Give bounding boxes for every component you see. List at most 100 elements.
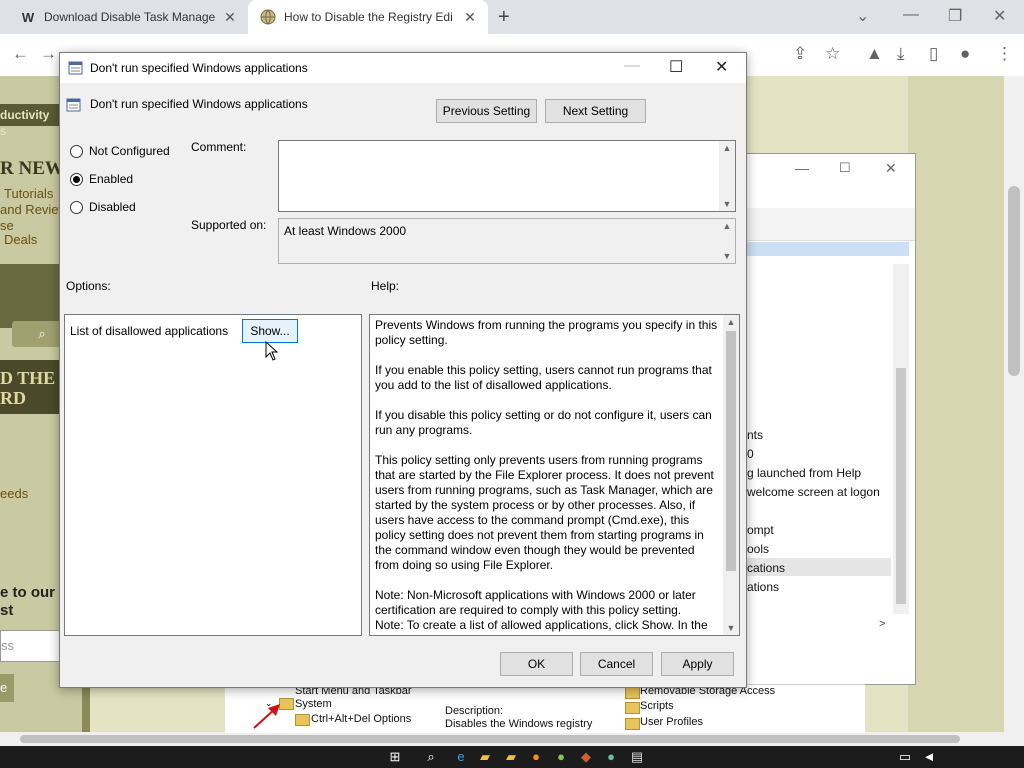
apply-button[interactable]: Apply bbox=[661, 652, 734, 676]
minimize-icon[interactable]: — bbox=[795, 160, 809, 176]
tab-title: Download Disable Task Manage bbox=[44, 10, 216, 24]
supported-on-field: At least Windows 2000 ▲ ▼ bbox=[278, 218, 736, 264]
forward-icon[interactable]: → bbox=[40, 44, 57, 64]
setting-name: Don't run specified Windows applications bbox=[90, 97, 308, 111]
new-tab-icon[interactable]: + bbox=[498, 6, 510, 29]
extensions-icon[interactable]: ▲ bbox=[866, 44, 883, 64]
app-icon[interactable]: ● bbox=[602, 748, 620, 766]
menu-kebab-icon[interactable]: ⋮ bbox=[996, 44, 1013, 64]
folder-icon bbox=[295, 714, 310, 726]
background-group-policy-window: — ☐ ✕ nts 0 g launched from Help welcome… bbox=[740, 153, 916, 685]
policy-setting-dialog: Don't run specified Windows applications… bbox=[59, 52, 747, 688]
globe-icon bbox=[260, 9, 276, 25]
list-scrollbar[interactable] bbox=[893, 264, 909, 614]
file-explorer-icon[interactable]: ▰ bbox=[476, 748, 494, 766]
scroll-down-icon[interactable]: ▼ bbox=[723, 623, 739, 633]
scroll-up-icon[interactable]: ▲ bbox=[723, 317, 739, 327]
radio-disabled[interactable]: Disabled bbox=[70, 200, 136, 214]
page-vertical-scrollbar[interactable] bbox=[1004, 76, 1024, 732]
scroll-down-icon[interactable]: ▼ bbox=[719, 199, 735, 209]
page-horizontal-scrollbar[interactable] bbox=[0, 732, 1024, 746]
back-icon[interactable]: ← bbox=[12, 44, 29, 64]
profile-avatar-icon[interactable]: ● bbox=[960, 44, 970, 64]
start-menu-icon[interactable]: ⊞ bbox=[386, 748, 404, 766]
help-scrollbar[interactable]: ▲ ▼ bbox=[723, 315, 739, 635]
tab-search-icon[interactable]: ⌄ bbox=[856, 6, 869, 26]
list-item-selected[interactable]: cations bbox=[747, 561, 785, 575]
comment-textarea[interactable]: ▲ ▼ bbox=[278, 140, 736, 212]
dialog-title: Don't run specified Windows applications bbox=[90, 61, 308, 75]
tree-item-system[interactable]: System bbox=[295, 698, 332, 710]
scroll-up-icon[interactable]: ▲ bbox=[719, 221, 735, 231]
download-icon[interactable]: ⤓ bbox=[897, 44, 905, 64]
tab-title: How to Disable the Registry Edi bbox=[284, 10, 453, 24]
restore-icon[interactable]: ❐ bbox=[948, 6, 962, 26]
close-window-icon[interactable]: ✕ bbox=[993, 6, 1006, 26]
maximize-icon[interactable]: ☐ bbox=[669, 57, 683, 77]
list-item[interactable]: g launched from Help bbox=[747, 466, 861, 480]
list-item[interactable]: 0 bbox=[747, 447, 754, 461]
maximize-icon[interactable]: ☐ bbox=[839, 160, 851, 176]
cancel-button[interactable]: Cancel bbox=[580, 652, 653, 676]
network-icon[interactable]: ▭ bbox=[896, 748, 914, 766]
disallowed-apps-label: List of disallowed applications bbox=[70, 324, 229, 338]
scrollbar-thumb[interactable] bbox=[726, 331, 736, 571]
scrollbar-thumb[interactable] bbox=[20, 735, 960, 743]
page-link[interactable]: eeds bbox=[0, 486, 28, 501]
ok-button[interactable]: OK bbox=[500, 652, 573, 676]
list-item[interactable]: ompt bbox=[747, 523, 774, 537]
edge-browser-icon[interactable]: e bbox=[452, 748, 470, 766]
show-button[interactable]: Show... bbox=[242, 319, 298, 343]
close-tab-icon[interactable]: ✕ bbox=[222, 9, 238, 26]
list-item[interactable]: User Profiles bbox=[640, 716, 703, 728]
list-item[interactable]: Scripts bbox=[640, 700, 674, 712]
page-link[interactable]: Tutorials bbox=[4, 186, 53, 201]
close-icon[interactable]: ✕ bbox=[885, 160, 897, 177]
page-link[interactable]: se bbox=[0, 218, 14, 233]
page-link[interactable]: Deals bbox=[4, 232, 37, 247]
share-icon[interactable]: ⇪ bbox=[793, 44, 807, 64]
supported-scrollbar[interactable]: ▲ ▼ bbox=[719, 219, 735, 263]
page-text: st bbox=[0, 602, 14, 619]
list-item[interactable]: welcome screen at logon bbox=[747, 485, 880, 499]
close-icon[interactable]: ✕ bbox=[715, 57, 728, 77]
previous-setting-button[interactable]: Previous Setting bbox=[436, 99, 537, 123]
help-text: Prevents Windows from running the progra… bbox=[375, 318, 718, 632]
help-pane[interactable]: Prevents Windows from running the progra… bbox=[369, 314, 740, 636]
tab-how-to-disable-registry[interactable]: How to Disable the Registry Edi ✕ bbox=[248, 0, 488, 34]
firefox-icon[interactable]: ● bbox=[527, 748, 545, 766]
app-icon[interactable]: ◆ bbox=[577, 748, 595, 766]
close-tab-icon[interactable]: ✕ bbox=[462, 9, 478, 26]
radio-enabled[interactable]: Enabled bbox=[70, 172, 133, 186]
red-arrow-annotation-icon bbox=[253, 704, 280, 729]
scrollbar-thumb[interactable] bbox=[1008, 186, 1020, 376]
list-item[interactable]: ations bbox=[747, 580, 779, 594]
options-label: Options: bbox=[66, 279, 111, 293]
chrome-icon[interactable]: ● bbox=[552, 748, 570, 766]
dialog-title-bar[interactable]: Don't run specified Windows applications… bbox=[60, 53, 746, 83]
radio-not-configured[interactable]: Not Configured bbox=[70, 144, 170, 158]
minimize-icon[interactable]: — bbox=[903, 6, 919, 24]
tab-download-disable-task-manager[interactable]: W Download Disable Task Manage ✕ bbox=[8, 0, 248, 34]
scroll-down-icon[interactable]: ▼ bbox=[719, 251, 735, 261]
volume-icon[interactable]: ◄ bbox=[920, 748, 938, 766]
subscribe-button[interactable]: e bbox=[0, 674, 14, 702]
tree-item[interactable]: Ctrl+Alt+Del Options bbox=[311, 713, 411, 725]
scroll-up-icon[interactable]: ▲ bbox=[719, 143, 735, 153]
sidebar-icon[interactable]: ▯ bbox=[929, 44, 938, 64]
list-item[interactable]: nts bbox=[747, 428, 763, 442]
options-pane: List of disallowed applications Show... bbox=[64, 314, 362, 636]
list-item[interactable]: ools bbox=[747, 542, 769, 556]
comment-scrollbar[interactable]: ▲ ▼ bbox=[719, 141, 735, 211]
help-label: Help: bbox=[371, 279, 400, 293]
page-text: RD bbox=[0, 388, 26, 408]
page-text: s bbox=[0, 124, 6, 138]
page-link[interactable]: and Review bbox=[0, 202, 68, 217]
scroll-right-icon[interactable]: > bbox=[879, 618, 885, 630]
bookmark-star-icon[interactable]: ☆ bbox=[825, 44, 840, 64]
folder-icon[interactable]: ▰ bbox=[502, 748, 520, 766]
next-setting-button[interactable]: Next Setting bbox=[545, 99, 646, 123]
subscribe-email-input[interactable]: ss bbox=[0, 630, 60, 662]
search-icon[interactable]: ⌕ bbox=[422, 748, 440, 766]
gpedit-icon[interactable]: ▤ bbox=[628, 748, 646, 766]
